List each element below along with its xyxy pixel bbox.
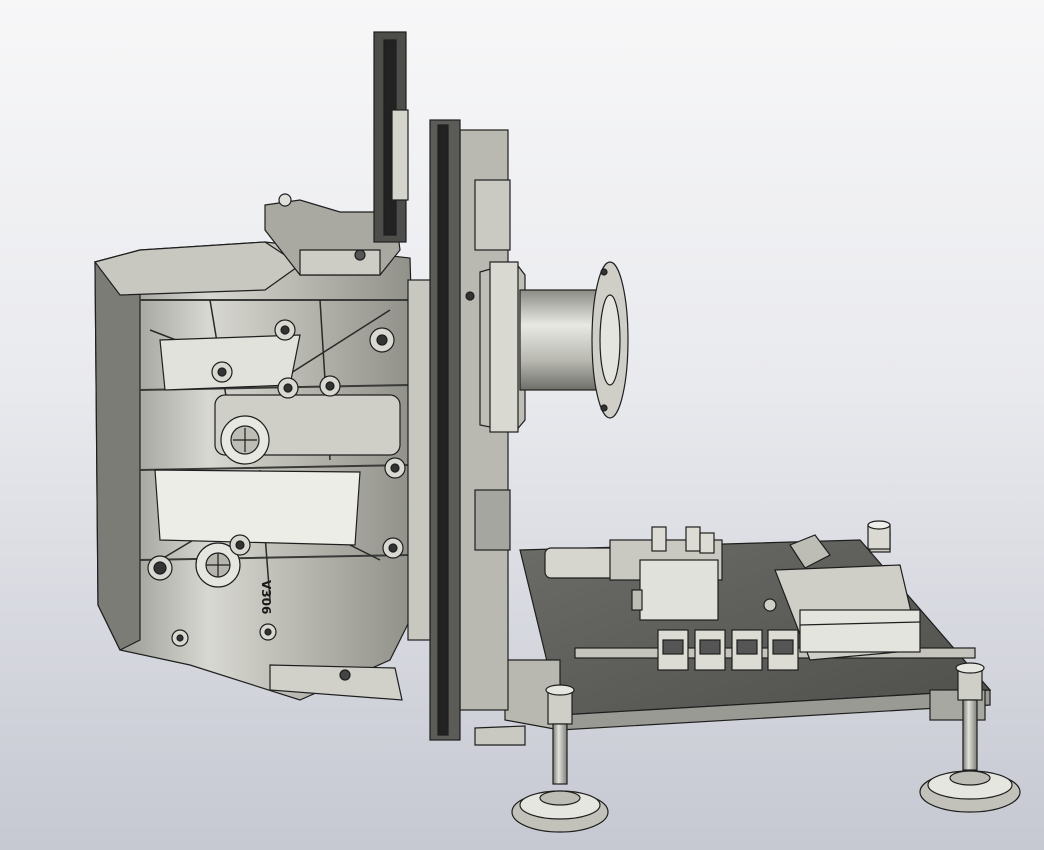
flange-cylinder — [465, 261, 629, 433]
engraved-text: V306 — [259, 580, 273, 614]
engine-block — [93, 241, 421, 701]
vertical-rail-rear — [373, 31, 409, 243]
cad-viewport[interactable]: V306 — [0, 0, 1044, 850]
cad-assembly-model[interactable]: V306 — [0, 0, 1044, 850]
rear-foot-post — [867, 520, 891, 550]
